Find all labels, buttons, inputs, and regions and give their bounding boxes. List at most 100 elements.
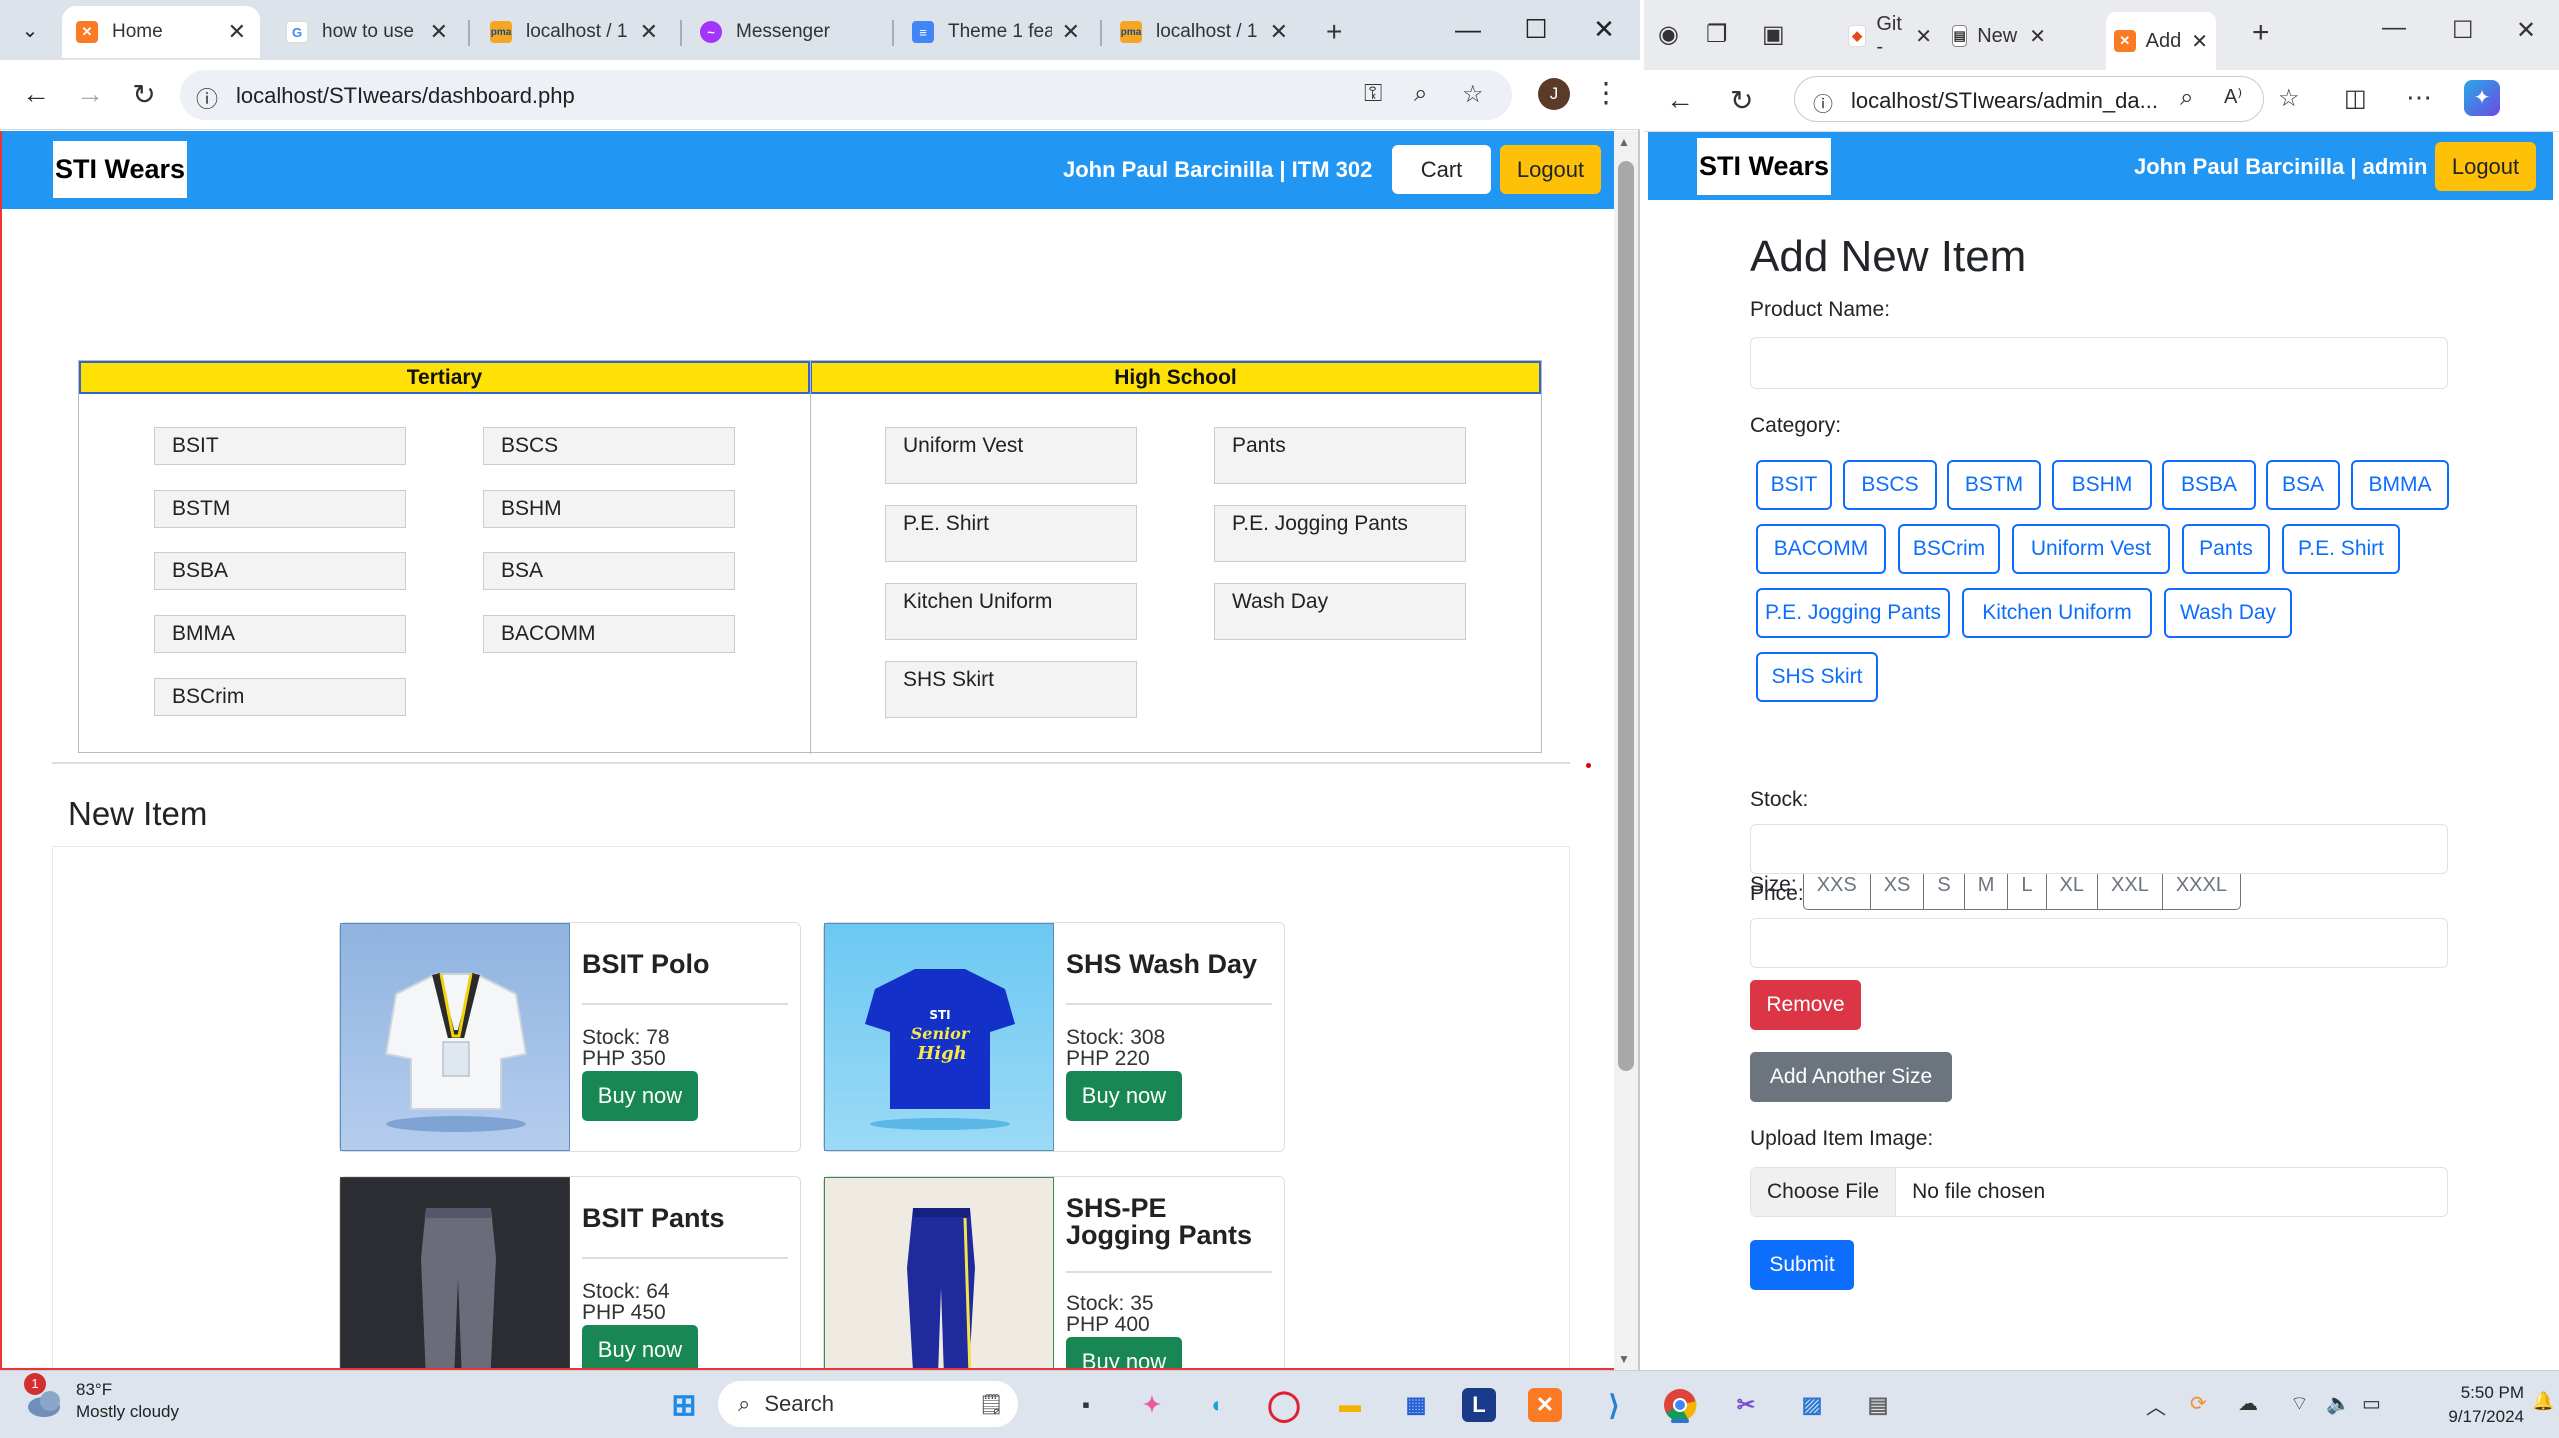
- profile-icon[interactable]: ◉: [1658, 20, 1679, 49]
- password-key-icon[interactable]: ⚿: [1364, 80, 1382, 108]
- wifi-icon[interactable]: ⌔: [2290, 1391, 2309, 1416]
- buy-now-button[interactable]: Buy now: [1066, 1337, 1182, 1368]
- category-button-uniform-vest[interactable]: Uniform Vest: [2012, 524, 2170, 574]
- scroll-up-icon[interactable]: ▲: [1618, 135, 1630, 149]
- system-clock[interactable]: 5:50 PM 9/17/2024: [2404, 1381, 2524, 1429]
- forward-arrow-icon[interactable]: →: [72, 78, 108, 110]
- stock-input[interactable]: [1750, 824, 2448, 874]
- taskbar-search[interactable]: ⌕ Search 🗒: [718, 1381, 1018, 1427]
- weather-widget[interactable]: 83°F Mostly cloudy: [24, 1379, 179, 1423]
- category-button-bmma[interactable]: BMMA: [2351, 460, 2449, 510]
- chrome-tab-messenger[interactable]: ~ Messenger: [686, 6, 886, 58]
- minimize-icon[interactable]: —: [2382, 14, 2406, 42]
- submit-button[interactable]: Submit: [1750, 1240, 1854, 1290]
- category-pants[interactable]: Pants: [1214, 427, 1466, 484]
- favorite-star-icon[interactable]: ☆: [2278, 84, 2300, 113]
- xampp-taskbar-icon[interactable]: ✕: [1528, 1388, 1562, 1422]
- reload-icon[interactable]: ↻: [126, 78, 162, 111]
- category-bscrim[interactable]: BSCrim: [154, 678, 406, 716]
- category-button-bsit[interactable]: BSIT: [1756, 460, 1832, 510]
- category-bsba[interactable]: BSBA: [154, 552, 406, 590]
- category-kitchen-uniform[interactable]: Kitchen Uniform: [885, 583, 1137, 640]
- site-info-icon[interactable]: ⓘ: [196, 82, 218, 114]
- snipping-tool-icon[interactable]: ✂: [1726, 1385, 1766, 1425]
- new-tab-plus-icon[interactable]: +: [2252, 16, 2270, 50]
- category-uniform-vest[interactable]: Uniform Vest: [885, 427, 1137, 484]
- windows-start-icon[interactable]: ⊞: [664, 1385, 704, 1425]
- cloud-status-icon[interactable]: ☁: [2238, 1391, 2258, 1416]
- app-window-icon[interactable]: ▤: [1858, 1385, 1898, 1425]
- close-tab-icon[interactable]: ✕: [1915, 24, 1932, 49]
- menu-kebab-icon[interactable]: ⋮: [1592, 76, 1620, 109]
- category-button-shs-skirt[interactable]: SHS Skirt: [1756, 652, 1878, 702]
- scroll-down-icon[interactable]: ▼: [1618, 1352, 1630, 1366]
- add-another-size-button[interactable]: Add Another Size: [1750, 1052, 1952, 1102]
- maximize-icon[interactable]: ☐: [1516, 14, 1556, 45]
- category-bshm[interactable]: BSHM: [483, 490, 735, 528]
- minimize-icon[interactable]: —: [1448, 14, 1488, 45]
- buy-now-button[interactable]: Buy now: [1066, 1071, 1182, 1121]
- category-bsit[interactable]: BSIT: [154, 427, 406, 465]
- workspaces-icon[interactable]: ❐: [1706, 20, 1728, 49]
- close-tab-icon[interactable]: ✕: [1270, 19, 1288, 45]
- address-bar[interactable]: ⓘ localhost/STIwears/admin_da...: [1794, 76, 2264, 122]
- page-scrollbar[interactable]: ▲ ▼: [1614, 131, 1638, 1370]
- close-window-icon[interactable]: ✕: [2516, 16, 2536, 45]
- category-bmma[interactable]: BMMA: [154, 615, 406, 653]
- scroll-thumb[interactable]: [1618, 161, 1634, 1071]
- close-tab-icon[interactable]: ✕: [2029, 24, 2046, 49]
- close-tab-icon[interactable]: ✕: [430, 19, 448, 45]
- close-tab-icon[interactable]: ✕: [2191, 29, 2208, 54]
- category-button-wash-day[interactable]: Wash Day: [2164, 588, 2292, 638]
- category-button-bscs[interactable]: BSCS: [1843, 460, 1937, 510]
- copilot-icon[interactable]: ✦: [1132, 1385, 1172, 1425]
- brand-logo[interactable]: STI Wears: [1697, 138, 1832, 195]
- show-hidden-icons-chevron[interactable]: ︿: [2146, 1391, 2166, 1420]
- read-aloud-icon[interactable]: A⁾: [2224, 84, 2242, 109]
- category-button-bacomm[interactable]: BACOMM: [1756, 524, 1886, 574]
- category-button-pants[interactable]: Pants: [2182, 524, 2270, 574]
- sync-icon[interactable]: ⟳: [2190, 1391, 2207, 1416]
- category-button-bsa[interactable]: BSA: [2266, 460, 2340, 510]
- edge-tab-git[interactable]: ◆ Git - ✕: [1840, 13, 1940, 58]
- edge-tab-add[interactable]: ✕ Add ✕: [2106, 12, 2216, 70]
- category-button-pe-jogging-pants[interactable]: P.E. Jogging Pants: [1756, 588, 1950, 638]
- category-button-bshm[interactable]: BSHM: [2052, 460, 2152, 510]
- remove-size-button[interactable]: Remove: [1750, 980, 1861, 1030]
- logout-button[interactable]: Logout: [2435, 142, 2536, 191]
- chrome-tab-phpmyadmin-2[interactable]: pma localhost / 1 ✕: [1106, 6, 1302, 58]
- bookmark-star-icon[interactable]: ☆: [1462, 80, 1484, 109]
- logout-button[interactable]: Logout: [1500, 145, 1601, 194]
- maximize-icon[interactable]: ☐: [2452, 16, 2474, 45]
- brand-logo[interactable]: STI Wears: [53, 141, 188, 198]
- choose-file-button[interactable]: Choose File: [1751, 1168, 1897, 1216]
- category-wash-day[interactable]: Wash Day: [1214, 583, 1466, 640]
- zoom-icon[interactable]: ⌕: [1414, 80, 1427, 108]
- more-icon[interactable]: ⋯: [2406, 82, 2432, 113]
- product-name-input[interactable]: [1750, 337, 2448, 389]
- site-info-icon[interactable]: ⓘ: [1813, 88, 1833, 117]
- chrome-tab-home[interactable]: ✕ Home ✕: [62, 6, 260, 58]
- volume-icon[interactable]: 🔈: [2326, 1391, 2351, 1416]
- photos-icon[interactable]: ▨: [1792, 1385, 1832, 1425]
- microsoft-store-icon[interactable]: ▦: [1396, 1385, 1436, 1425]
- category-button-bsba[interactable]: BSBA: [2162, 460, 2256, 510]
- chrome-tab-docs[interactable]: ≡ Theme 1 feat ✕: [898, 6, 1094, 58]
- copilot-icon[interactable]: ✦: [2464, 80, 2500, 116]
- category-button-pe-shirt[interactable]: P.E. Shirt: [2282, 524, 2400, 574]
- launcher-l-icon[interactable]: L: [1462, 1388, 1496, 1422]
- category-button-bstm[interactable]: BSTM: [1947, 460, 2041, 510]
- url-text[interactable]: localhost/STIwears/admin_da...: [1851, 88, 2158, 114]
- back-arrow-icon[interactable]: ←: [18, 78, 54, 110]
- chrome-taskbar-icon[interactable]: [1660, 1385, 1700, 1425]
- category-bscs[interactable]: BSCS: [483, 427, 735, 465]
- chrome-tab-google[interactable]: G how to use g ✕: [272, 6, 462, 58]
- url-text[interactable]: localhost/STIwears/dashboard.php: [236, 83, 575, 109]
- back-arrow-icon[interactable]: ←: [1666, 84, 1694, 116]
- zoom-icon[interactable]: ⌕: [2180, 84, 2193, 112]
- battery-icon[interactable]: ▭: [2362, 1391, 2381, 1416]
- new-tab-button[interactable]: +: [1312, 6, 1352, 58]
- split-screen-icon[interactable]: ◫: [2344, 84, 2367, 113]
- category-bstm[interactable]: BSTM: [154, 490, 406, 528]
- close-tab-icon[interactable]: ✕: [1062, 19, 1080, 45]
